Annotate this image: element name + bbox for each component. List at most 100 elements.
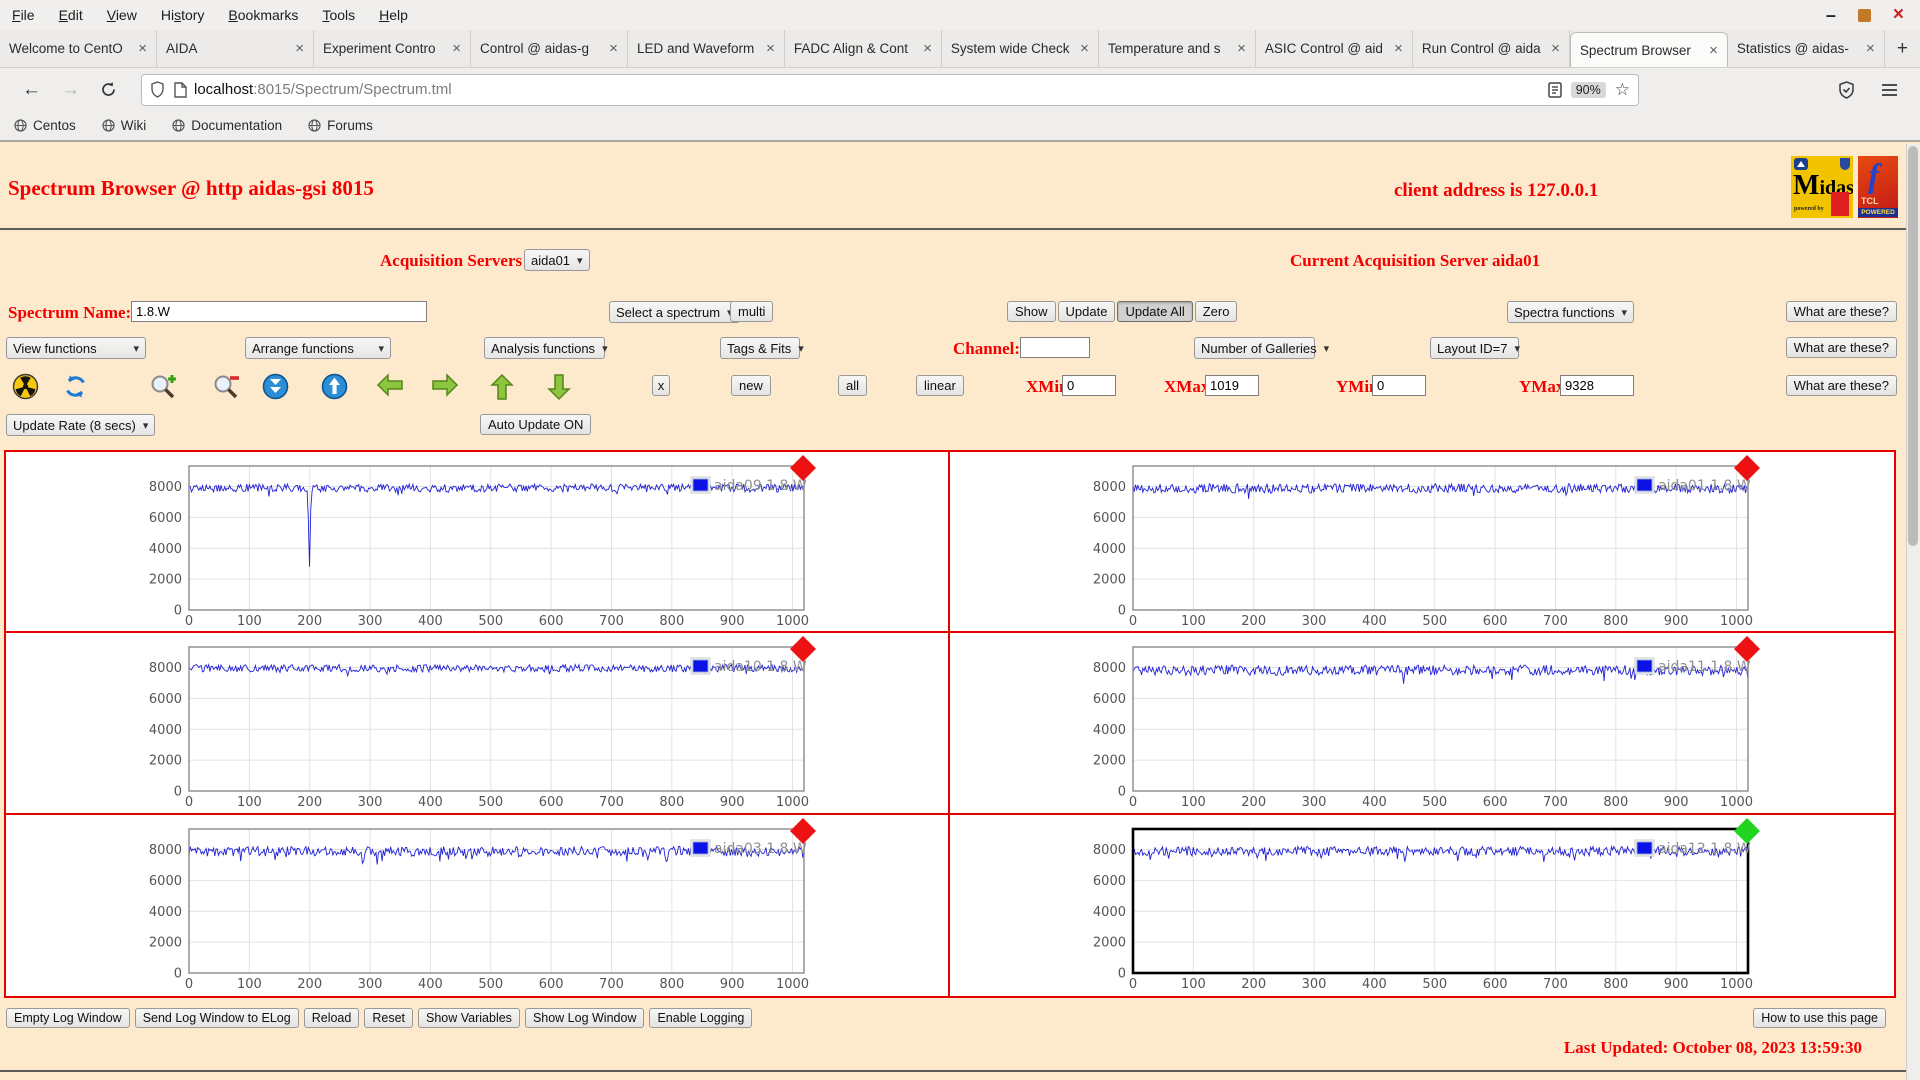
- send-log-window-to-elog-button[interactable]: Send Log Window to ELog: [135, 1008, 299, 1028]
- tab-6[interactable]: FADC Align & Cont×: [785, 30, 942, 67]
- arrow-down-icon[interactable]: [547, 373, 574, 400]
- tab-3[interactable]: Experiment Contro×: [314, 30, 471, 67]
- spectrum-cell-aida12[interactable]: 0200040006000800001002003004005006007008…: [950, 815, 1894, 996]
- close-icon[interactable]: ×: [1893, 9, 1904, 21]
- tab-close-icon[interactable]: ×: [1237, 40, 1246, 57]
- scrollbar[interactable]: [1906, 144, 1920, 1080]
- zoom-out-icon[interactable]: [212, 373, 239, 400]
- spectra-functions-dropdown[interactable]: Spectra functions: [1507, 301, 1634, 323]
- spectrum-cell-aida09[interactable]: 0200040006000800001002003004005006007008…: [6, 452, 950, 633]
- tab-close-icon[interactable]: ×: [766, 40, 775, 57]
- multi-button[interactable]: multi: [730, 301, 773, 322]
- tab-9[interactable]: ASIC Control @ aid×: [1256, 30, 1413, 67]
- tab-11[interactable]: Spectrum Browser×: [1570, 32, 1728, 67]
- expand-icon[interactable]: [321, 373, 348, 400]
- new-tab-button[interactable]: +: [1885, 30, 1920, 67]
- empty-log-window-button[interactable]: Empty Log Window: [6, 1008, 130, 1028]
- radiation-icon[interactable]: [12, 373, 39, 400]
- menu-file[interactable]: File: [0, 7, 47, 23]
- minimize-icon[interactable]: –: [1826, 10, 1836, 20]
- menu-view[interactable]: View: [95, 7, 149, 23]
- what-are-these-button-3[interactable]: What are these?: [1786, 375, 1897, 396]
- tab-5[interactable]: LED and Waveform×: [628, 30, 785, 67]
- channel-input[interactable]: [1020, 337, 1090, 358]
- tab-close-icon[interactable]: ×: [923, 40, 932, 57]
- spectrum-chart[interactable]: 0200040006000800001002003004005006007008…: [6, 633, 950, 810]
- tab-7[interactable]: System wide Check×: [942, 30, 1099, 67]
- bookmark-wiki[interactable]: Wiki: [102, 118, 147, 133]
- maximize-icon[interactable]: [1858, 9, 1871, 22]
- arrow-left-icon[interactable]: [376, 373, 403, 400]
- tab-close-icon[interactable]: ×: [1709, 42, 1718, 59]
- zoom-in-icon[interactable]: [149, 373, 176, 400]
- spectrum-cell-aida01[interactable]: 0200040006000800001002003004005006007008…: [950, 452, 1894, 633]
- back-icon[interactable]: ←: [12, 79, 51, 101]
- tab-close-icon[interactable]: ×: [1866, 40, 1875, 57]
- tab-close-icon[interactable]: ×: [1551, 40, 1560, 57]
- forward-icon[interactable]: →: [51, 79, 90, 101]
- scrollbar-thumb[interactable]: [1908, 146, 1918, 546]
- what-are-these-button-1[interactable]: What are these?: [1786, 301, 1897, 322]
- show-button[interactable]: Show: [1007, 301, 1056, 322]
- view-functions-dropdown[interactable]: View functions: [6, 337, 146, 359]
- tab-8[interactable]: Temperature and s×: [1099, 30, 1256, 67]
- collapse-icon[interactable]: [262, 373, 289, 400]
- shield-icon[interactable]: [150, 81, 165, 98]
- tab-12[interactable]: Statistics @ aidas-×: [1728, 30, 1885, 67]
- bookmark-centos[interactable]: Centos: [14, 118, 76, 133]
- arrange-functions-dropdown[interactable]: Arrange functions: [245, 337, 391, 359]
- bookmark-documentation[interactable]: Documentation: [172, 118, 282, 133]
- how-to-use-button[interactable]: How to use this page: [1753, 1008, 1886, 1028]
- menu-edit[interactable]: Edit: [47, 7, 95, 23]
- tab-2[interactable]: AIDA×: [157, 30, 314, 67]
- all-button[interactable]: all: [838, 375, 867, 396]
- tab-4[interactable]: Control @ aidas-g×: [471, 30, 628, 67]
- account-shield-icon[interactable]: [1838, 81, 1855, 99]
- update-button[interactable]: Update: [1058, 301, 1116, 322]
- menu-tools[interactable]: Tools: [310, 7, 367, 23]
- spectrum-chart[interactable]: 0200040006000800001002003004005006007008…: [6, 815, 950, 992]
- reload-button[interactable]: Reload: [304, 1008, 360, 1028]
- url-bar[interactable]: localhost:8015/Spectrum/Spectrum.tml 90%…: [141, 74, 1639, 106]
- arrow-up-icon[interactable]: [490, 373, 517, 400]
- reader-mode-icon[interactable]: [1548, 82, 1562, 98]
- ymin-input[interactable]: [1372, 375, 1426, 396]
- x-button[interactable]: x: [652, 375, 670, 396]
- zero-button[interactable]: Zero: [1195, 301, 1238, 322]
- tab-close-icon[interactable]: ×: [1080, 40, 1089, 57]
- show-variables-button[interactable]: Show Variables: [418, 1008, 520, 1028]
- arrow-right-icon[interactable]: [431, 373, 458, 400]
- what-are-these-button-2[interactable]: What are these?: [1786, 337, 1897, 358]
- tab-close-icon[interactable]: ×: [609, 40, 618, 57]
- page-info-icon[interactable]: [174, 82, 187, 98]
- bookmark-star-icon[interactable]: ☆: [1615, 80, 1630, 100]
- menu-help[interactable]: Help: [367, 7, 420, 23]
- new-button[interactable]: new: [731, 375, 771, 396]
- show-log-window-button[interactable]: Show Log Window: [525, 1008, 645, 1028]
- tags-fits-dropdown[interactable]: Tags & Fits: [720, 337, 800, 359]
- tab-close-icon[interactable]: ×: [1394, 40, 1403, 57]
- update-all-button[interactable]: Update All: [1117, 301, 1192, 322]
- tab-close-icon[interactable]: ×: [295, 40, 304, 57]
- layout-id-dropdown[interactable]: Layout ID=7: [1430, 337, 1519, 359]
- menu-bookmarks[interactable]: Bookmarks: [216, 7, 310, 23]
- linear-button[interactable]: linear: [916, 375, 964, 396]
- bookmark-forums[interactable]: Forums: [308, 118, 373, 133]
- refresh-icon[interactable]: [62, 373, 89, 400]
- spectrum-cell-aida10[interactable]: 0200040006000800001002003004005006007008…: [6, 633, 950, 814]
- select-spectrum-dropdown[interactable]: Select a spectrum: [609, 301, 740, 323]
- spectrum-cell-aida03[interactable]: 0200040006000800001002003004005006007008…: [6, 815, 950, 996]
- xmin-input[interactable]: [1062, 375, 1116, 396]
- spectrum-chart[interactable]: 0200040006000800001002003004005006007008…: [950, 452, 1894, 629]
- spectrum-name-input[interactable]: [131, 301, 427, 322]
- xmax-input[interactable]: [1205, 375, 1259, 396]
- reset-button[interactable]: Reset: [364, 1008, 413, 1028]
- acquisition-server-select[interactable]: aida01: [524, 249, 590, 271]
- spectrum-cell-aida11[interactable]: 0200040006000800001002003004005006007008…: [950, 633, 1894, 814]
- update-rate-dropdown[interactable]: Update Rate (8 secs): [6, 414, 155, 436]
- hamburger-menu-icon[interactable]: [1881, 83, 1898, 97]
- menu-history[interactable]: History: [149, 7, 217, 23]
- ymax-input[interactable]: [1560, 375, 1634, 396]
- reload-icon[interactable]: [90, 81, 127, 98]
- auto-update-button[interactable]: Auto Update ON: [480, 414, 591, 435]
